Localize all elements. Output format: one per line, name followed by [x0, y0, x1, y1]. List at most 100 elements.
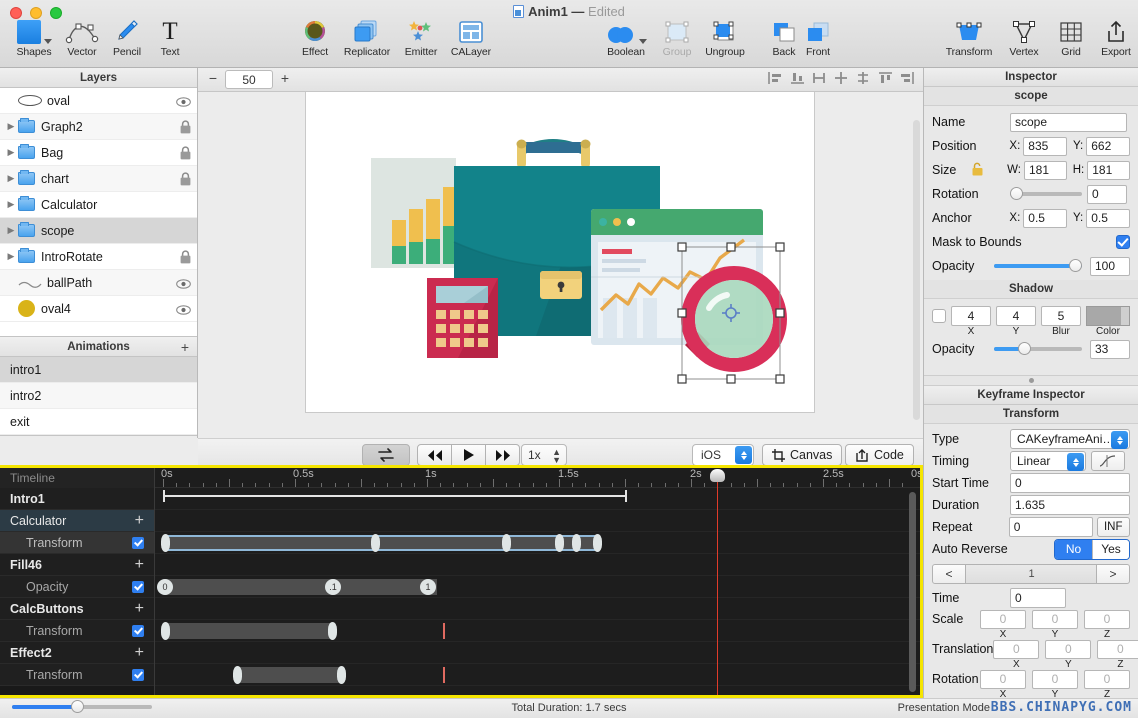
fast-forward-button[interactable] — [485, 444, 520, 466]
visibility-toggle[interactable] — [176, 278, 191, 289]
code-button[interactable]: Code — [845, 444, 914, 466]
keyframe-marker-value[interactable]: .1 — [325, 579, 341, 595]
kf-type-select[interactable]: CAKeyframeAni… — [1010, 429, 1130, 449]
align-bottom-icon[interactable] — [790, 71, 805, 85]
keyframe-marker[interactable] — [161, 534, 170, 552]
disclosure-triangle-icon[interactable]: ▶ — [4, 173, 18, 184]
kf-translation-z-input[interactable]: 0 — [1097, 640, 1138, 659]
timeline-row-calculator[interactable]: Calculator + — [0, 510, 154, 532]
animation-row-intro2[interactable]: intro2 — [0, 383, 197, 409]
layer-row-oval4[interactable]: ▶oval4 — [0, 296, 197, 322]
chevron-updown-icon[interactable] — [1111, 431, 1128, 449]
visibility-toggle[interactable] — [176, 96, 191, 107]
speed-selector[interactable]: 1x ▲ ▼ — [521, 444, 567, 466]
lock-icon[interactable] — [180, 145, 191, 160]
presentation-mode-button[interactable]: Presentation Mode — [898, 702, 990, 714]
keyframe-clip[interactable] — [237, 667, 341, 683]
kf-time-input[interactable]: 0 — [1010, 588, 1066, 608]
opacity-slider[interactable] — [994, 259, 1082, 272]
kf-auto-reverse-toggle[interactable]: No Yes — [1054, 538, 1130, 560]
layer-row-graph2[interactable]: ▶ Graph2 — [0, 114, 197, 140]
track-enabled-checkbox[interactable] — [132, 536, 144, 549]
keyframe-marker[interactable] — [371, 534, 380, 552]
track-enabled-checkbox[interactable] — [132, 624, 144, 637]
unlock-icon[interactable] — [972, 162, 1007, 179]
eye-icon[interactable] — [176, 96, 191, 107]
kf-timing-select[interactable]: Linear — [1010, 451, 1086, 471]
kf-duration-input[interactable]: 1.635 — [1010, 495, 1130, 515]
timeline-lane-calculator[interactable] — [155, 510, 920, 532]
lock-toggle[interactable] — [180, 145, 191, 160]
lock-icon[interactable] — [180, 249, 191, 264]
keyframe-marker[interactable] — [593, 534, 602, 552]
kf-auto-reverse-yes[interactable]: Yes — [1092, 539, 1129, 559]
kf-next-button[interactable]: > — [1096, 564, 1130, 584]
timeline-row-transform[interactable]: Transform — [0, 620, 154, 642]
platform-selector[interactable]: iOS — [692, 444, 754, 466]
chevron-updown-icon[interactable] — [1067, 453, 1084, 471]
timeline-row-calcbuttons[interactable]: CalcButtons + — [0, 598, 154, 620]
kf-repeat-input[interactable]: 0 — [1008, 517, 1093, 537]
disclosure-triangle-icon[interactable]: ▶ — [4, 121, 18, 132]
kf-rotation-x-input[interactable]: 0 — [980, 670, 1026, 689]
layer-row-calculator[interactable]: ▶ Calculator — [0, 192, 197, 218]
kf-repeat-inf-button[interactable]: INF — [1096, 517, 1130, 537]
kf-prev-button[interactable]: < — [932, 564, 966, 584]
eye-icon[interactable] — [176, 278, 191, 289]
toolbar-transform[interactable]: Transform — [941, 16, 997, 58]
keyframe-marker[interactable] — [161, 622, 170, 640]
keyframe-marker[interactable] — [572, 534, 581, 552]
rotation-input[interactable]: 0 — [1087, 184, 1127, 204]
position-x-input[interactable]: 835 — [1023, 136, 1068, 156]
timeline-row-fill46[interactable]: Fill46 + — [0, 554, 154, 576]
timeline-lane-fill46-opacity[interactable]: 0 .1 1 — [155, 576, 920, 598]
lock-icon[interactable] — [180, 171, 191, 186]
rotation-slider[interactable] — [1010, 187, 1082, 200]
add-animation-button[interactable]: + — [181, 337, 189, 357]
playhead-handle[interactable] — [710, 469, 725, 482]
chevron-updown-icon[interactable] — [735, 446, 752, 464]
opacity-input[interactable]: 100 — [1090, 256, 1130, 276]
shadow-opacity-slider[interactable] — [994, 342, 1082, 355]
disclosure-triangle-icon[interactable]: ▶ — [4, 225, 18, 236]
inspector-split-handle[interactable] — [924, 375, 1138, 386]
keyframe-clip[interactable] — [165, 535, 597, 551]
animation-row-exit[interactable]: exit — [0, 409, 197, 435]
layer-row-chart[interactable]: ▶ chart — [0, 166, 197, 192]
mask-to-bounds-checkbox[interactable] — [1116, 235, 1130, 249]
keyframe-clip[interactable] — [165, 623, 334, 639]
timeline-lane-effect2[interactable] — [155, 642, 920, 664]
keyframe-marker[interactable] — [337, 666, 346, 684]
timeline-row-opacity[interactable]: Opacity — [0, 576, 154, 598]
timeline-lane-calcbuttons-transform[interactable] — [155, 620, 920, 642]
distribute-horizontal-icon[interactable] — [812, 71, 827, 85]
kf-translation-y-input[interactable]: 0 — [1045, 640, 1092, 659]
toolbar-calayer[interactable]: CALayer — [443, 16, 499, 58]
toolbar-effect[interactable]: Effect — [287, 16, 343, 58]
kf-auto-reverse-no[interactable]: No — [1055, 539, 1092, 559]
zoom-in-button[interactable]: + — [275, 70, 295, 89]
position-y-input[interactable]: 662 — [1086, 136, 1130, 156]
anchor-y-input[interactable]: 0.5 — [1086, 208, 1130, 228]
toolbar-export[interactable]: Export — [1088, 16, 1138, 58]
zoom-value-input[interactable]: 50 — [225, 70, 273, 89]
keyframe-marker[interactable] — [555, 534, 564, 552]
size-w-input[interactable]: 181 — [1024, 160, 1067, 180]
canvas-viewport[interactable] — [198, 92, 923, 438]
layer-row-ballpath[interactable]: ▶ballPath — [0, 270, 197, 296]
kf-rotation-y-input[interactable]: 0 — [1032, 670, 1078, 689]
kf-scale-z-input[interactable]: 0 — [1084, 610, 1130, 629]
align-top-icon[interactable] — [878, 71, 893, 85]
lock-toggle[interactable] — [180, 119, 191, 134]
kf-scale-x-input[interactable]: 0 — [980, 610, 1026, 629]
layer-row-bag[interactable]: ▶ Bag — [0, 140, 197, 166]
shadow-blur-input[interactable]: 5 — [1041, 306, 1081, 326]
lock-icon[interactable] — [180, 119, 191, 134]
layer-row-oval[interactable]: ▶oval — [0, 88, 197, 114]
add-keyframe-button[interactable]: + — [135, 600, 144, 618]
add-keyframe-button[interactable]: + — [135, 644, 144, 662]
align-center-vertical-icon[interactable] — [856, 71, 871, 85]
timeline-row-intro1[interactable]: Intro1 — [0, 488, 154, 510]
disclosure-triangle-icon[interactable]: ▶ — [4, 251, 18, 262]
timeline-lane-calculator-transform[interactable] — [155, 532, 920, 554]
